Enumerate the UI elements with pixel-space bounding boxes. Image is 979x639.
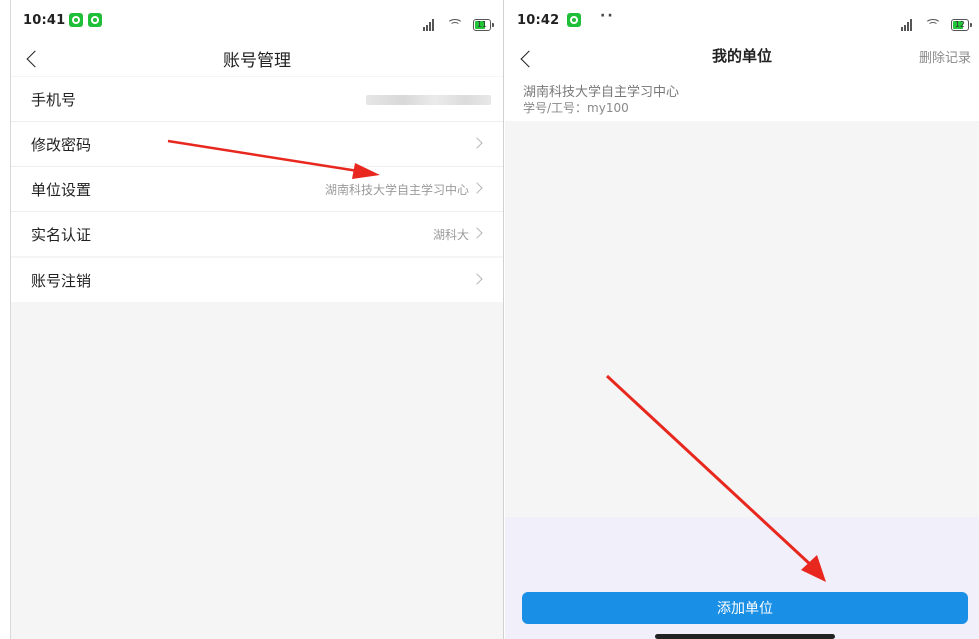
chevron-right-icon	[471, 227, 483, 239]
status-bar: 10:41 11	[11, 0, 503, 42]
status-time: 10:41	[23, 13, 66, 28]
list-item-unit-settings[interactable]: 单位设置 湖南科技大学自主学习中心	[11, 167, 503, 212]
home-indicator	[655, 634, 835, 639]
status-bar: 10:42 ·· 12	[505, 0, 979, 42]
wifi-icon	[446, 18, 463, 31]
chevron-right-icon	[471, 273, 483, 285]
system-indicators: 12	[900, 14, 973, 31]
nav-bar: 账号管理	[11, 42, 503, 76]
chevron-right-icon	[471, 182, 483, 194]
list-item-phone[interactable]: 手机号	[11, 77, 503, 122]
list-item-real-name-auth[interactable]: 实名认证 湖科大	[11, 212, 503, 256]
unit-card[interactable]: 湖南科技大学自主学习中心 学号/工号：my100	[505, 76, 979, 121]
signal-icon	[422, 18, 437, 31]
delete-records-button[interactable]: 删除记录	[919, 47, 971, 66]
phone-number-blurred	[366, 95, 491, 105]
right-phone-screen: 10:42 ·· 12 我的单位 删除记录 湖南科技大学自主学习中心 学号/工号…	[505, 0, 979, 639]
nav-bar: 我的单位 删除记录	[505, 42, 979, 76]
unit-student-id: 学号/工号：my100	[523, 101, 629, 115]
list-item-change-password[interactable]: 修改密码	[11, 122, 503, 167]
left-phone-screen: 10:41 11 账号管理 手机号 修改密码 单位设置 湖南科技大学自主学习中心	[10, 0, 504, 639]
row-label: 实名认证	[31, 226, 92, 244]
unit-name: 湖南科技大学自主学习中心	[523, 85, 680, 100]
add-unit-button[interactable]: 添加单位	[522, 592, 968, 624]
battery-icon: 11	[472, 18, 495, 31]
row-value: 湖南科技大学自主学习中心	[324, 183, 469, 197]
row-label: 单位设置	[31, 181, 92, 199]
status-time: 10:42	[517, 13, 560, 28]
signal-icon	[900, 18, 915, 31]
app-notification-icon	[567, 13, 581, 27]
row-label: 手机号	[31, 91, 77, 109]
account-danger-list: 账号注销	[11, 258, 503, 302]
row-value: 湖科大	[432, 228, 469, 242]
system-indicators: 11	[422, 14, 495, 31]
row-label: 修改密码	[31, 136, 92, 154]
account-settings-list: 手机号 修改密码 单位设置 湖南科技大学自主学习中心 实名认证 湖科大	[11, 77, 503, 256]
app-notification-icon	[88, 13, 102, 27]
row-label: 账号注销	[31, 272, 92, 290]
page-title: 我的单位	[711, 47, 772, 65]
battery-icon: 12	[950, 18, 973, 31]
more-notifications-indicator: ··	[600, 8, 615, 24]
app-notification-icon	[69, 13, 83, 27]
list-item-cancel-account[interactable]: 账号注销	[11, 258, 503, 302]
wifi-icon	[924, 18, 941, 31]
page-title: 账号管理	[223, 51, 291, 71]
chevron-right-icon	[471, 137, 483, 149]
